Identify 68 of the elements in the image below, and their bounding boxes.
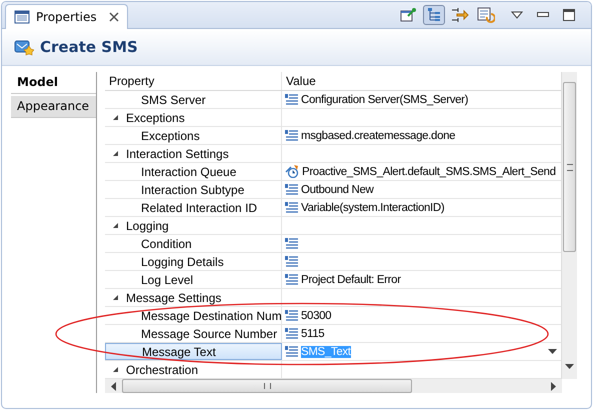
list-icon (285, 202, 298, 213)
expand-triangle-icon[interactable] (112, 366, 119, 373)
property-value: Outbound New (301, 184, 374, 196)
close-icon[interactable] (108, 12, 119, 22)
table-icon (14, 10, 30, 24)
list-icon (285, 346, 298, 357)
arrows-icon (451, 7, 469, 23)
group-label: Logging (126, 218, 169, 232)
column-header[interactable]: Property (105, 72, 282, 90)
tree-icon (426, 7, 442, 23)
property-name[interactable]: Interaction Subtype (105, 181, 282, 198)
property-name[interactable]: SMS Server (105, 91, 282, 108)
property-name[interactable]: Message Source Number (105, 325, 282, 342)
property-value: msgbased.createmessage.done (301, 130, 456, 142)
queue-icon (285, 165, 299, 178)
envelope-icon (14, 38, 34, 56)
arrows-button[interactable] (449, 5, 471, 25)
expand-triangle-icon[interactable] (112, 222, 119, 229)
property-value: Project Default: Error (301, 274, 401, 286)
expand-triangle-icon[interactable] (112, 150, 119, 157)
vertical-scrollbar[interactable] (561, 72, 577, 379)
restore-button[interactable] (475, 5, 497, 25)
editor-title: Create SMS (40, 38, 138, 56)
column-header[interactable]: Value (282, 72, 562, 90)
list-icon (285, 328, 298, 339)
group-label: Interaction Settings (126, 146, 229, 160)
horizontal-scrollbar[interactable] (105, 379, 562, 393)
minimize-icon[interactable] (537, 12, 549, 18)
scroll-left-icon[interactable] (111, 382, 116, 390)
group-label: Orchestration (126, 362, 198, 376)
property-name[interactable]: Interaction Queue (105, 163, 282, 180)
expand-triangle-icon[interactable] (112, 114, 119, 121)
properties-tab[interactable]: Properties (5, 4, 128, 29)
maximize-icon[interactable] (563, 9, 575, 21)
group-label: Message Settings (126, 290, 222, 304)
list-icon (285, 184, 298, 195)
property-name[interactable]: Message Destination Num (105, 307, 282, 324)
list-icon (285, 256, 298, 267)
property-name[interactable]: Related Interaction ID (105, 199, 282, 216)
tree-button[interactable] (423, 5, 445, 25)
list-icon (285, 130, 298, 141)
group-label: Exceptions (126, 110, 185, 124)
tab-label: Properties (36, 10, 97, 24)
property-name[interactable]: Logging Details (105, 253, 282, 270)
property-name[interactable]: Log Level (105, 271, 282, 288)
property-name[interactable]: Condition (105, 235, 282, 252)
scroll-thumb[interactable] (563, 82, 576, 252)
side-tab[interactable]: Appearance (11, 96, 96, 118)
property-name[interactable]: Message Text (105, 343, 282, 360)
scroll-down-icon[interactable] (565, 364, 574, 369)
property-value: Configuration Server(SMS_Server) (301, 94, 468, 106)
scroll-right-icon[interactable] (551, 382, 556, 390)
list-icon (285, 94, 298, 105)
scroll-thumb[interactable] (122, 379, 412, 393)
list-icon (285, 238, 298, 249)
dropdown-arrow-icon[interactable] (548, 349, 558, 354)
pin-icon (400, 7, 416, 23)
property-name[interactable]: Exceptions (105, 127, 282, 144)
property-value: Proactive_SMS_Alert.default_SMS.SMS_Alert_Send (302, 166, 556, 178)
property-value: Variable(system.InteractionID) (301, 202, 444, 214)
list-icon (285, 274, 298, 285)
property-value: 50300 (301, 310, 332, 322)
document-arrow-icon (477, 7, 495, 23)
property-value: 5115 (301, 328, 324, 340)
list-icon (285, 310, 298, 321)
expand-triangle-icon[interactable] (112, 294, 119, 301)
property-value: SMS_Text (301, 346, 351, 358)
view-menu-icon[interactable] (511, 11, 523, 19)
